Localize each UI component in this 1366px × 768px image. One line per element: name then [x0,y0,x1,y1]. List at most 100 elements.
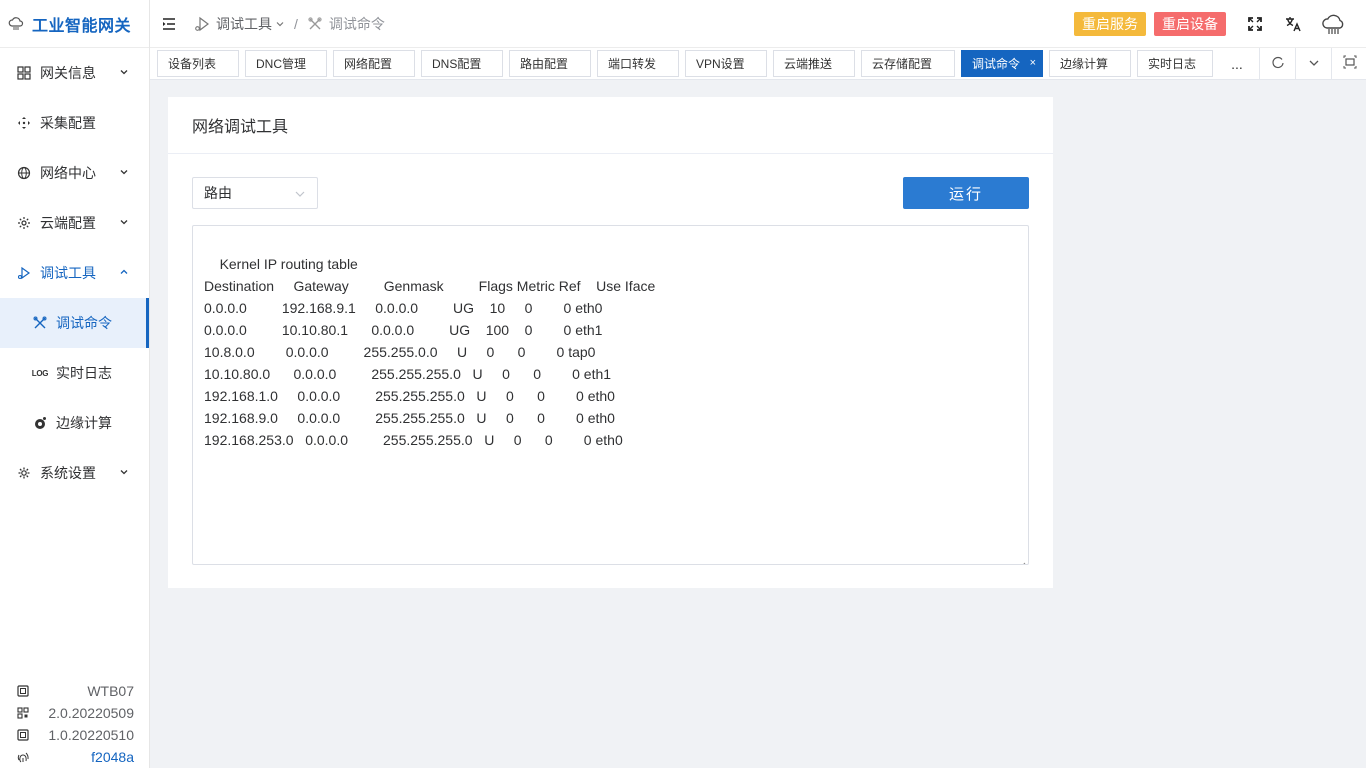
sidebar-item-system-settings[interactable]: 系统设置 [0,448,149,498]
tag-label: 网络配置 [344,57,393,71]
qrcode-icon [16,706,30,720]
sidebar-item-label: 云端配置 [40,215,96,231]
sidebar-item-debug-command[interactable]: 调试命令 [0,298,149,348]
tools-icon [307,16,323,32]
tag-label: DNC管理 [256,57,306,71]
sidebar-item-cloud-config[interactable]: 云端配置 [0,198,149,248]
sidebar-item-debug-tools[interactable]: 调试工具 [0,248,149,298]
tag-debug-command[interactable]: 调试命令 × [961,50,1043,77]
version2-row: 1.0.20220510 [0,724,150,746]
refresh-icon [1271,55,1285,72]
command-output-text: Kernel IP routing table Destination Gate… [204,256,656,448]
debug-icon [16,265,32,281]
sidebar-item-label: 实时日志 [56,365,112,381]
tag-close-icon[interactable]: × [1030,57,1036,69]
brand-title: 工业智能网关 [32,17,132,35]
tag-label: 路由配置 [520,57,569,71]
sidebar-item-label: 调试工具 [40,265,96,281]
version2-value: 1.0.20220510 [48,727,134,743]
tags-view: 设备列表 DNC管理 网络配置 DNS配置 路由配置 端口转发 VPN设置 云端… [150,48,1366,80]
sidebar-item-network-center[interactable]: 网络中心 [0,148,149,198]
grid-icon [16,65,32,81]
chevron-down-icon [119,217,129,227]
tools-icon [32,315,48,331]
tag-dns-config[interactable]: DNS配置 [421,50,503,77]
command-select-value: 路由 [204,185,232,201]
restart-service-button[interactable]: 重启服务 [1074,12,1146,36]
tag-device-list[interactable]: 设备列表 [157,50,239,77]
breadcrumb-separator: / [294,15,298,32]
tag-label: 边缘计算 [1060,57,1109,71]
chip-icon [16,684,30,698]
log-icon: LOG [31,368,49,378]
hash-value[interactable]: f2048a [91,749,134,765]
sidebar: 工业智能网关 网关信息 采集配置 网络中心 云端配置 调试工具 调试命令 LOG… [0,0,150,768]
tags-more-button[interactable]: ... [1215,50,1259,77]
fullscreen-icon[interactable] [1246,15,1264,33]
translate-icon[interactable] [1284,15,1302,33]
tag-dnc[interactable]: DNC管理 [245,50,327,77]
sidebar-item-label: 系统设置 [40,465,96,481]
breadcrumb: 调试工具 / 调试命令 [194,14,385,34]
sidebar-item-gateway-info[interactable]: 网关信息 [0,48,149,98]
tag-route-config[interactable]: 路由配置 [509,50,591,77]
sidebar-item-collect-config[interactable]: 采集配置 [0,98,149,148]
sidebar-item-label: 网关信息 [40,65,96,81]
tag-label: 端口转发 [608,57,657,71]
tag-label: VPN设置 [696,57,745,71]
debug-icon [194,16,210,32]
breadcrumb-current: 调试命令 [328,15,385,32]
tag-label: 实时日志 [1148,57,1197,71]
tag-label: DNS配置 [432,57,482,71]
menu-fold-icon[interactable] [161,16,177,32]
sidebar-item-edge-compute[interactable]: 边缘计算 [0,398,149,448]
brand: 工业智能网关 [0,0,149,48]
tag-edge-compute[interactable]: 边缘计算 [1049,50,1131,77]
card-title: 网络调试工具 [168,97,1053,154]
tags-dropdown-button[interactable] [1295,48,1331,79]
tag-vpn[interactable]: VPN设置 [685,50,767,77]
chevron-up-icon [119,267,129,277]
breadcrumb-parent[interactable]: 调试工具 [216,14,272,34]
sidebar-item-label: 采集配置 [40,115,96,131]
tag-label: 设备列表 [168,57,217,71]
chevron-down-icon [294,188,306,200]
tag-port-forward[interactable]: 端口转发 [597,50,679,77]
maximize-content-button[interactable] [1331,48,1366,79]
chevron-down-icon [119,167,129,177]
tag-cloud-storage[interactable]: 云存储配置 [861,50,955,77]
sidebar-item-label: 边缘计算 [56,415,112,431]
model-row: WTB07 [0,680,150,702]
tag-network-config[interactable]: 网络配置 [333,50,415,77]
chip-icon [16,728,30,742]
tag-label: 云端推送 [784,57,833,71]
tag-realtime-log[interactable]: 实时日志 [1137,50,1213,77]
command-output-textarea[interactable]: Kernel IP routing table Destination Gate… [192,225,1029,565]
cloud-status-icon[interactable] [1320,11,1346,37]
resize-handle-icon[interactable] [1018,554,1026,564]
cloud-logo-icon [8,16,24,32]
sidebar-item-label: 网络中心 [40,165,96,181]
command-select[interactable]: 路由 [192,177,318,209]
system-info: WTB07 2.0.20220509 1.0.20220510 f2048a [0,680,150,768]
fingerprint-icon [16,750,30,764]
gear-icon [16,465,32,481]
run-button[interactable]: 运行 [903,177,1029,209]
model-value: WTB07 [87,683,134,699]
tag-cloud-push[interactable]: 云端推送 [773,50,855,77]
hash-row[interactable]: f2048a [0,746,150,768]
tag-label: 云存储配置 [872,57,933,71]
sidebar-item-realtime-log[interactable]: LOG 实时日志 [0,348,149,398]
settings-icon [16,215,32,231]
restart-device-button[interactable]: 重启设备 [1154,12,1226,36]
chevron-down-icon [275,19,285,29]
tag-label: 调试命令 [972,57,1021,71]
refresh-tag-button[interactable] [1259,48,1295,79]
chevron-down-icon [1308,56,1320,72]
chevron-down-icon [119,67,129,77]
network-debug-card: 网络调试工具 路由 运行 Kernel IP routing table Des… [168,97,1053,588]
header-actions: 重启服务 重启设备 [1074,0,1366,48]
globe-icon [16,165,32,181]
sidebar-item-label: 调试命令 [56,315,112,331]
move-icon [16,115,32,131]
